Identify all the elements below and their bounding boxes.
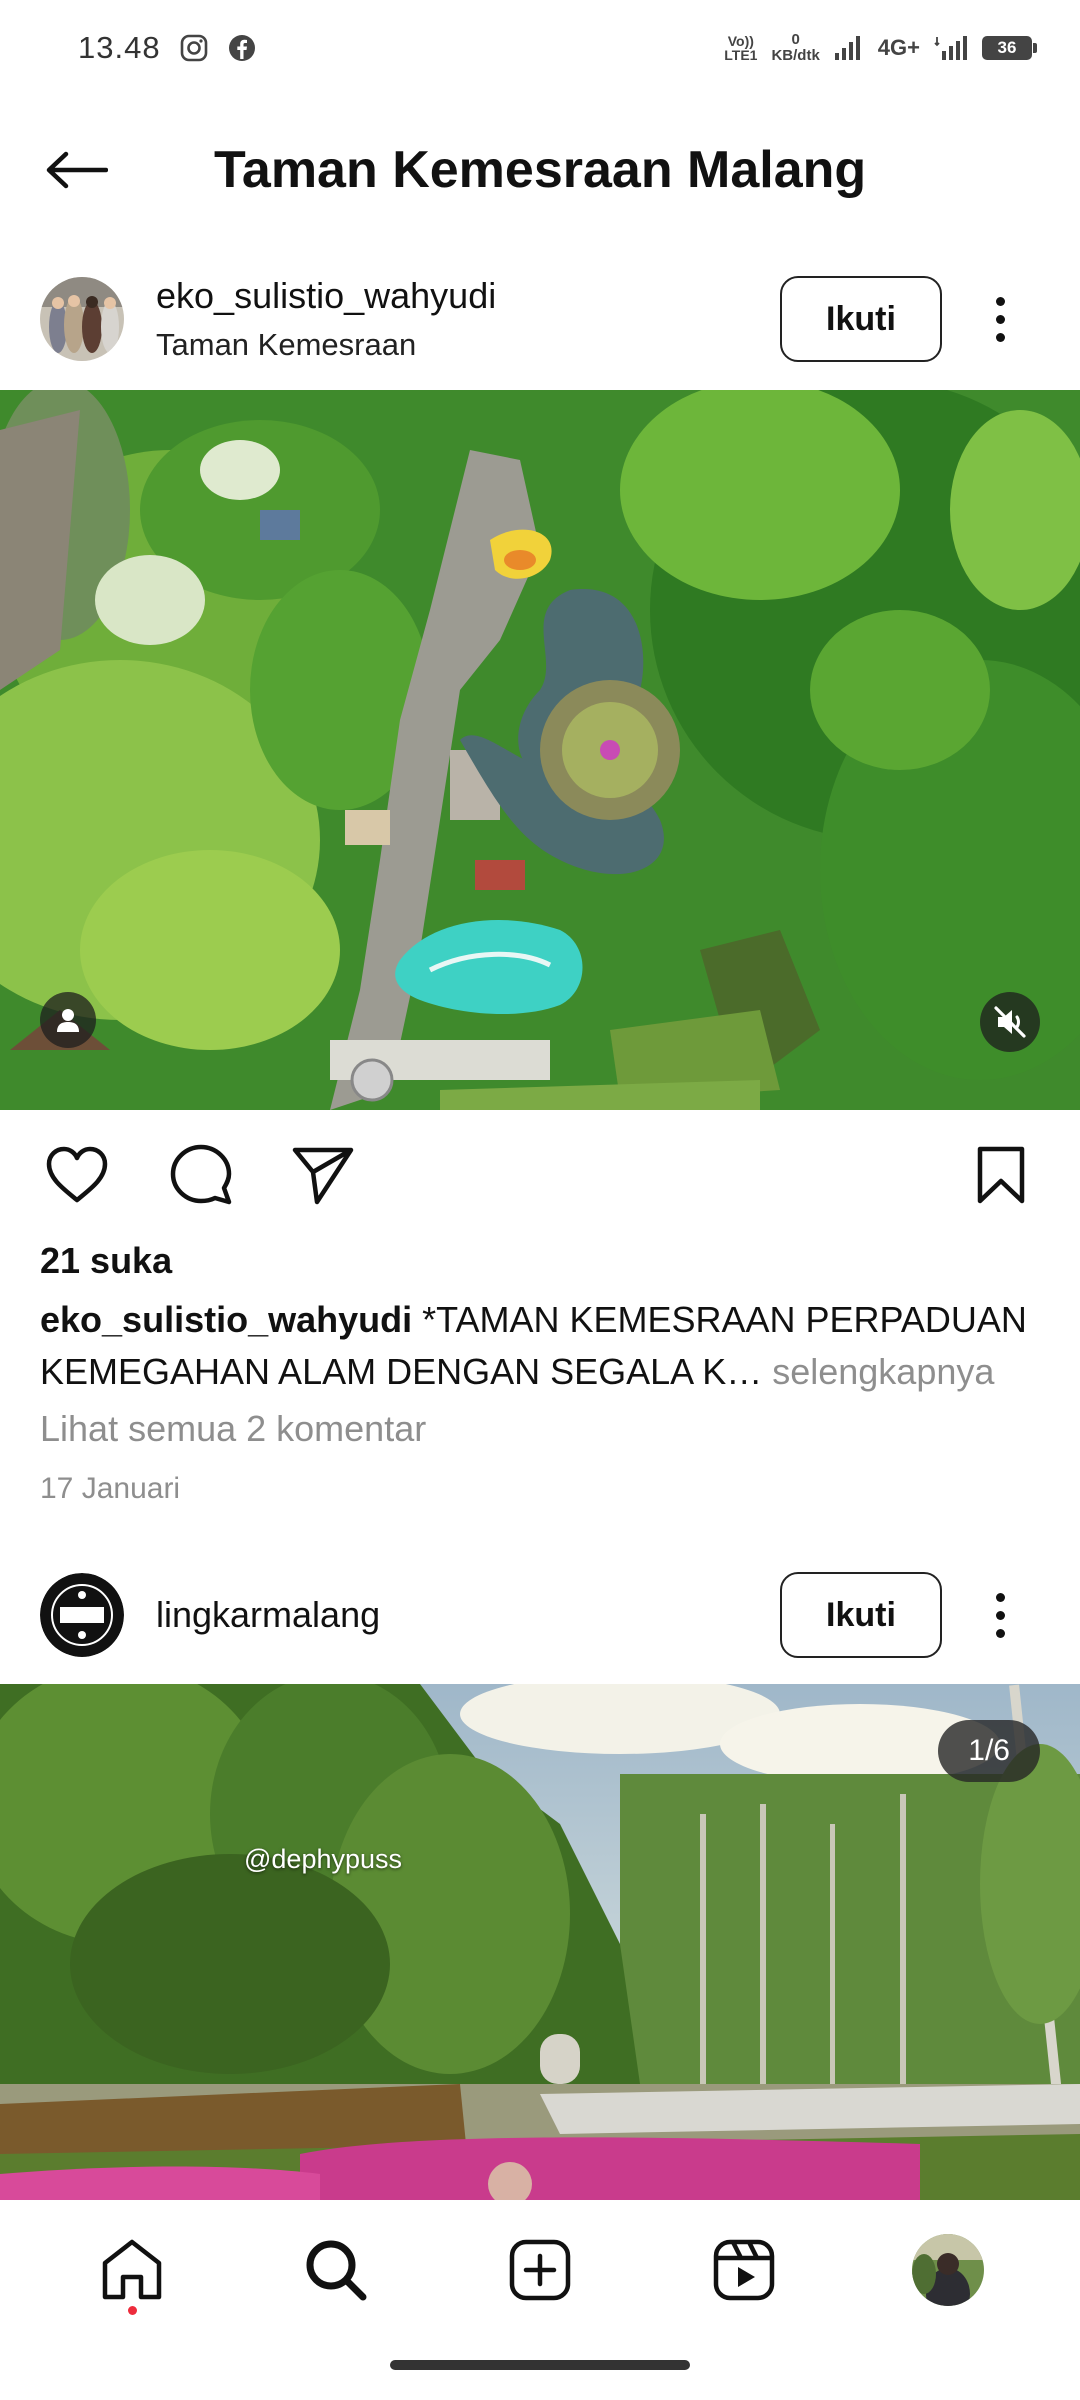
view-comments-link[interactable]: Lihat semua 2 komentar (40, 1408, 426, 1450)
follow-button[interactable]: Ikuti (780, 1572, 942, 1658)
comment-icon (170, 1144, 232, 1205)
caption-more-link[interactable]: selengkapnya (762, 1351, 994, 1392)
network-speed-value: 0 (791, 31, 800, 48)
signal-icon-2 (934, 36, 967, 60)
volte-line2: LTE1 (724, 47, 758, 63)
nav-create[interactable] (495, 2225, 585, 2315)
more-options-button[interactable] (980, 276, 1020, 362)
post-image[interactable]: 1/6 @dephypuss (0, 1684, 1080, 2200)
network-speed: 0 KB/dtk (771, 32, 819, 64)
bottom-nav (0, 2200, 1080, 2340)
avatar[interactable] (40, 277, 124, 361)
post-header: eko_sulistio_wahyudi Taman Kemesraan Iku… (0, 264, 1080, 374)
back-arrow-icon (46, 151, 108, 189)
aerial-garden-photo (0, 390, 1080, 1110)
volte-indicator: Vo)) LTE1 (724, 34, 757, 62)
tagged-people-button[interactable] (40, 992, 96, 1048)
post-caption: eko_sulistio_wahyudi *TAMAN KEMESRAAN PE… (40, 1294, 1040, 1398)
follow-button[interactable]: Ikuti (780, 276, 942, 362)
home-indicator[interactable] (390, 2360, 690, 2370)
notification-dot (128, 2306, 137, 2315)
battery-level: 36 (997, 38, 1017, 57)
signal-icon (834, 36, 860, 60)
post-location[interactable]: Taman Kemesraan (156, 327, 496, 363)
more-dot-icon (995, 314, 1005, 324)
back-button[interactable] (36, 130, 116, 210)
post-header: lingkarmalang Ikuti (0, 1560, 1080, 1670)
nav-home[interactable] (87, 2225, 177, 2315)
more-dot-icon (995, 296, 1005, 306)
nav-search[interactable] (291, 2225, 381, 2315)
post-username[interactable]: eko_sulistio_wahyudi (156, 275, 496, 317)
post-date: 17 Januari (40, 1472, 181, 1505)
nav-reels[interactable] (699, 2225, 789, 2315)
avatar-image (40, 277, 124, 361)
post-image[interactable] (0, 390, 1080, 1110)
more-dot-icon (995, 1610, 1005, 1620)
bookmark-icon (977, 1146, 1025, 1204)
network-speed-unit: KB/dtk (771, 47, 820, 64)
more-dot-icon (995, 1628, 1005, 1638)
comment-button[interactable] (166, 1140, 236, 1210)
garden-photo (0, 1684, 1080, 2200)
caption-username[interactable]: eko_sulistio_wahyudi (40, 1299, 412, 1340)
more-options-button[interactable] (980, 1572, 1020, 1658)
avatar[interactable] (40, 1573, 124, 1657)
create-icon (509, 2239, 571, 2301)
profile-avatar (912, 2234, 984, 2306)
muted-speaker-icon (994, 1006, 1026, 1038)
avatar-image (40, 1573, 124, 1657)
share-button[interactable] (288, 1140, 358, 1210)
heart-icon (46, 1146, 108, 1203)
home-icon (102, 2239, 162, 2300)
top-header: Taman Kemesraan Malang (0, 120, 1080, 220)
search-icon (306, 2240, 367, 2301)
nav-profile[interactable] (903, 2225, 993, 2315)
more-dot-icon (995, 1592, 1005, 1602)
facebook-icon (228, 35, 255, 61)
reels-icon (713, 2239, 775, 2301)
post-action-bar (0, 1130, 1080, 1220)
volte-line1: Vo)) (727, 33, 754, 49)
status-time: 13.48 (78, 30, 161, 65)
more-dot-icon (995, 332, 1005, 342)
mute-toggle-button[interactable] (980, 992, 1040, 1052)
post-username[interactable]: lingkarmalang (156, 1594, 380, 1636)
save-button[interactable] (966, 1140, 1036, 1210)
like-button[interactable] (42, 1140, 112, 1210)
like-count[interactable]: 21 suka (40, 1240, 172, 1282)
paper-plane-icon (292, 1147, 354, 1205)
page-title: Taman Kemesraan Malang (214, 141, 867, 199)
network-type: 4G+ (877, 35, 920, 60)
status-bar: 13.48 Vo)) LTE1 0 KB/dtk 4G+ 36 (0, 0, 1080, 96)
battery-icon: 36 (982, 36, 1037, 60)
image-watermark: @dephypuss (244, 1844, 403, 1874)
instagram-icon (180, 34, 207, 62)
person-icon (57, 1009, 79, 1032)
carousel-counter: 1/6 (938, 1720, 1040, 1782)
